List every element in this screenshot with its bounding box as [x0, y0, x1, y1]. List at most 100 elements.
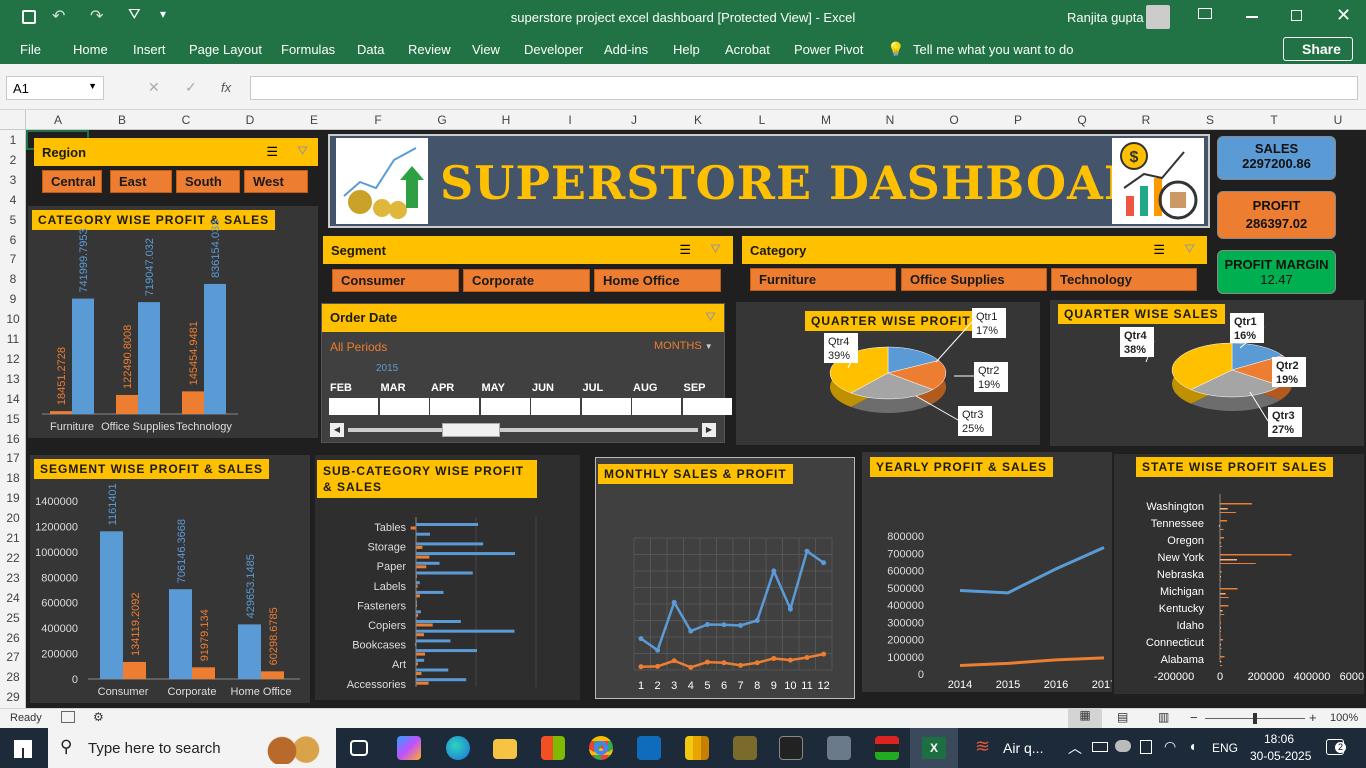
clear-filter-icon[interactable]: ⛛ — [705, 309, 716, 325]
calculator-icon[interactable] — [827, 736, 851, 760]
column-header-q[interactable]: Q — [1050, 113, 1114, 127]
multi-select-icon[interactable]: ☰ — [679, 242, 691, 258]
column-header-j[interactable]: J — [602, 113, 666, 127]
name-box[interactable]: A1 ▼ — [6, 76, 104, 100]
onedrive-icon[interactable] — [1115, 740, 1131, 752]
formula-input[interactable] — [250, 76, 1358, 100]
row-header-6[interactable]: 6 — [0, 233, 26, 247]
column-header-g[interactable]: G — [410, 113, 474, 127]
close-button[interactable]: ✕ — [1336, 5, 1351, 26]
column-header-t[interactable]: T — [1242, 113, 1306, 127]
accessibility-icon[interactable] — [61, 711, 75, 723]
tab-help[interactable]: Help — [673, 42, 700, 57]
user-name[interactable]: Ranjita gupta — [1067, 10, 1144, 25]
customize-toolbar-icon[interactable]: ▾ — [160, 7, 166, 21]
column-header-a[interactable]: A — [26, 113, 90, 127]
select-all-corner[interactable] — [0, 110, 26, 130]
task-view-icon[interactable] — [350, 740, 368, 756]
clear-filter-icon[interactable]: ⛛ — [1184, 241, 1195, 257]
tab-home[interactable]: Home — [73, 42, 108, 57]
tab-developer[interactable]: Developer — [524, 42, 583, 57]
flag-app-icon[interactable] — [875, 736, 899, 760]
windows-start-icon[interactable] — [14, 740, 32, 758]
maximize-button[interactable] — [1291, 10, 1302, 21]
timeline-month-cell[interactable] — [581, 398, 631, 415]
row-header-22[interactable]: 22 — [0, 551, 26, 565]
multi-select-icon[interactable]: ☰ — [266, 144, 278, 160]
zoom-out-button[interactable]: − — [1190, 710, 1198, 725]
column-header-o[interactable]: O — [922, 113, 986, 127]
row-header-9[interactable]: 9 — [0, 292, 26, 306]
row-header-15[interactable]: 15 — [0, 412, 26, 426]
tab-acrobat[interactable]: Acrobat — [725, 42, 770, 57]
row-header-26[interactable]: 26 — [0, 631, 26, 645]
row-header-5[interactable]: 5 — [0, 213, 26, 227]
filter-icon[interactable]: ⛛ — [128, 6, 141, 23]
row-header-12[interactable]: 12 — [0, 352, 26, 366]
segment-home-office-button[interactable]: Home Office — [594, 269, 721, 292]
clock-time[interactable]: 18:06 — [1264, 732, 1294, 746]
multi-select-icon[interactable]: ☰ — [1153, 242, 1165, 258]
copilot-icon[interactable] — [397, 736, 421, 760]
segment-slicer[interactable]: Segment ☰ ⛛ — [323, 236, 733, 264]
category-office-supplies-button[interactable]: Office Supplies — [901, 268, 1047, 291]
timeline-month-cell[interactable] — [632, 398, 681, 415]
edge-icon[interactable] — [446, 736, 470, 760]
save-icon[interactable] — [22, 10, 36, 24]
taskbar-search[interactable]: ⚲ Type here to search — [48, 728, 336, 768]
region-central-button[interactable]: Central — [42, 170, 102, 193]
clear-filter-icon[interactable]: ⛛ — [710, 241, 721, 257]
zoom-level[interactable]: 100% — [1330, 712, 1358, 724]
meet-now-icon[interactable] — [1140, 740, 1152, 754]
column-header-k[interactable]: K — [666, 113, 730, 127]
tab-page-layout[interactable]: Page Layout — [189, 42, 262, 57]
zoom-slider[interactable] — [1205, 713, 1305, 724]
terminal-icon[interactable] — [779, 736, 803, 760]
wifi-icon[interactable]: ◠ — [1164, 738, 1176, 755]
battery-icon[interactable] — [1092, 742, 1108, 752]
row-header-21[interactable]: 21 — [0, 531, 26, 545]
region-slicer[interactable]: Region ☰ ⛛ — [34, 138, 318, 166]
power-bi-icon[interactable] — [685, 736, 709, 760]
avatar[interactable] — [1146, 5, 1170, 29]
tab-insert[interactable]: Insert — [133, 42, 166, 57]
zoom-in-button[interactable]: + — [1309, 710, 1317, 725]
quarter-sales-panel[interactable]: QUARTER WISE SALES Qtr1 16% Qtr2 19% Qtr3 27%… — [1050, 300, 1364, 446]
row-header-7[interactable]: 7 — [0, 252, 26, 266]
column-header-h[interactable]: H — [474, 113, 538, 127]
timeline-month-cell[interactable] — [379, 398, 429, 415]
column-header-c[interactable]: C — [154, 113, 218, 127]
timeline-month-cell[interactable] — [480, 398, 530, 415]
show-hidden-icons[interactable]: ︿ — [1068, 738, 1082, 758]
row-header-17[interactable]: 17 — [0, 451, 26, 465]
row-header-25[interactable]: 25 — [0, 611, 26, 625]
column-header-s[interactable]: S — [1178, 113, 1242, 127]
column-header-e[interactable]: E — [282, 113, 346, 127]
row-header-2[interactable]: 2 — [0, 153, 26, 167]
volume-icon[interactable]: ◖ — [1188, 738, 1196, 754]
tab-view[interactable]: View — [472, 42, 500, 57]
row-header-20[interactable]: 20 — [0, 511, 26, 525]
segment-consumer-button[interactable]: Consumer — [332, 269, 459, 292]
language-indicator[interactable]: ENG — [1212, 741, 1238, 755]
scroll-left-button[interactable]: ◀ — [330, 423, 344, 437]
column-header-d[interactable]: D — [218, 113, 282, 127]
row-header-27[interactable]: 27 — [0, 650, 26, 664]
redo-icon[interactable]: ↷ — [90, 6, 103, 26]
row-header-1[interactable]: 1 — [0, 133, 26, 147]
row-header-8[interactable]: 8 — [0, 272, 26, 286]
row-header-10[interactable]: 10 — [0, 312, 26, 326]
enter-icon[interactable]: ✓ — [185, 79, 197, 96]
row-header-11[interactable]: 11 — [0, 332, 26, 346]
category-chart-panel[interactable]: CATEGORY WISE PROFIT & SALES Furniture 18… — [28, 206, 318, 438]
column-header-m[interactable]: M — [794, 113, 858, 127]
timeline-month-cell[interactable] — [682, 398, 732, 415]
share-button[interactable]: Share — [1283, 37, 1353, 61]
outlook-icon[interactable] — [637, 736, 661, 760]
quarter-profit-panel[interactable]: QUARTER WISE PROFIT Qtr1 17% Qtr2 19% Qtr3 25… — [736, 302, 1040, 445]
column-header-r[interactable]: R — [1114, 113, 1178, 127]
undo-icon[interactable]: ↶ — [52, 6, 65, 26]
tab-data[interactable]: Data — [357, 42, 384, 57]
timeline-level-dropdown[interactable]: MONTHS ▼ — [654, 340, 713, 352]
segment-chart-panel[interactable]: SEGMENT WISE PROFIT & SALES 1400000 12000… — [30, 455, 310, 703]
